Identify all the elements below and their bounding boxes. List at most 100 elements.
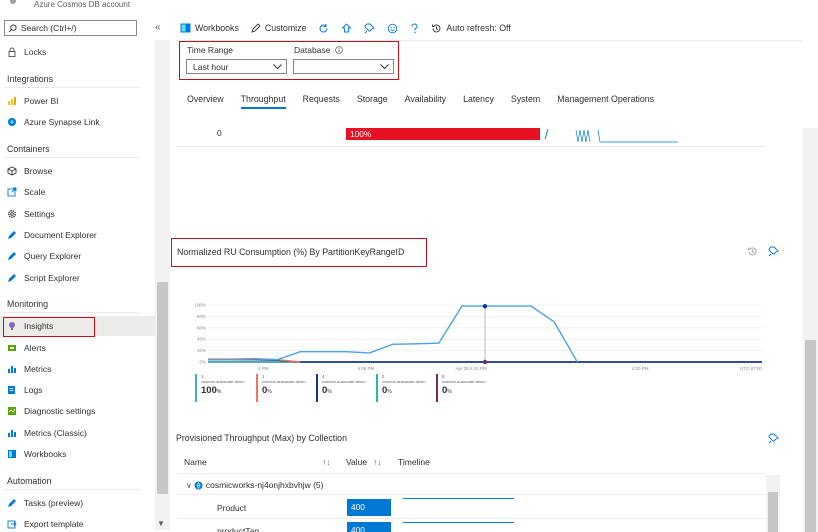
legend-unit: % [216, 389, 222, 395]
content-scroll-thumb[interactable] [805, 340, 816, 532]
sidebar-item-locks[interactable]: Locks [0, 42, 155, 62]
tab-management-operations[interactable]: Management Operations [557, 94, 654, 109]
sidebar-item-query-explorer[interactable]: Query Explorer [0, 246, 155, 266]
legend-series-name: cosmos-autoscale-demo [201, 379, 245, 384]
sidebar-item-diagnostic-settings[interactable]: Diagnostic settings [0, 401, 155, 421]
search-placeholder: Search (Ctrl+/) [21, 23, 77, 33]
sidebar-item-document-explorer[interactable]: Document Explorer [0, 225, 155, 245]
pin-button[interactable] [364, 23, 376, 34]
tab-storage[interactable]: Storage [357, 94, 388, 109]
legend-value: 0% [262, 385, 272, 396]
data-point [482, 359, 488, 365]
sidebar-item-alerts[interactable]: Alerts [0, 338, 155, 358]
tab-system[interactable]: System [511, 94, 540, 109]
legend-item[interactable]: 2 cosmos-autoscale-demo 0% [376, 374, 426, 402]
gear-icon [8, 210, 16, 218]
workbooks-icon [8, 450, 16, 458]
table-row-group[interactable]: ∨ cosmicworks-nj4onjhxbvhjw (5) [178, 475, 766, 495]
sidebar-item-metrics[interactable]: Metrics [0, 359, 155, 379]
y-tick-label: 60% [197, 325, 206, 330]
x-tick-label: 4:20 PM [632, 366, 649, 371]
sidebar-item-label: Alerts [24, 343, 46, 353]
sidebar-item-workbooks[interactable]: Workbooks [0, 444, 155, 464]
tab-overview[interactable]: Overview [187, 94, 224, 109]
legend-item[interactable]: 8 cosmos-autoscale-demo 0% [436, 374, 486, 402]
sort-icon[interactable]: ↑↓ [322, 457, 331, 467]
grid-divider [178, 518, 766, 519]
help-button[interactable] [410, 22, 419, 34]
feedback-button[interactable] [341, 22, 352, 34]
data-point [482, 303, 488, 309]
grid-title: Provisioned Throughput (Max) by Collecti… [176, 433, 347, 443]
section-monitoring: Monitoring [7, 299, 49, 309]
smile-button[interactable] [387, 23, 398, 34]
x-tick-label: Apr 28 4:10 PM [456, 366, 488, 371]
x-tick-label: UTC-07:00 [740, 366, 763, 371]
scale-icon [7, 187, 17, 197]
sidebar-item-power-bi[interactable]: Power BI [0, 91, 155, 111]
sidebar: Azure Cosmos DB account Search (Ctrl+/) … [0, 0, 170, 532]
sidebar-item-label: Metrics [24, 364, 52, 374]
tasks-icon [8, 499, 16, 507]
search-icon [8, 23, 17, 32]
legend-item[interactable]: 1 cosmos-autoscale-demo 0% [256, 374, 306, 402]
tab-latency[interactable]: Latency [463, 94, 494, 109]
feedback-icon [341, 22, 352, 32]
metrics-icon [8, 366, 16, 373]
workbooks-label: Workbooks [195, 23, 239, 33]
sidebar-item-synapse[interactable]: Azure Synapse Link [0, 112, 155, 132]
y-tick-label: 0% [199, 360, 206, 365]
search-input[interactable]: Search (Ctrl+/) [4, 20, 137, 36]
divider [4, 489, 140, 490]
metrics-icon [8, 430, 16, 437]
scroll-down-icon[interactable]: ▼ [157, 519, 165, 528]
grid-scroll-thumb[interactable] [768, 492, 778, 532]
sidebar-item-scale[interactable]: Scale [0, 182, 155, 202]
sort-icon[interactable]: ↑↓ [373, 457, 382, 467]
percent-bar: 100% [346, 128, 540, 140]
sidebar-item-tasks[interactable]: Tasks (preview) [0, 493, 155, 513]
auto-refresh-button[interactable]: Auto refresh: Off [431, 23, 511, 34]
legend-value: 0% [322, 385, 332, 396]
resource-subtitle: Azure Cosmos DB account [34, 0, 131, 9]
legend-series-name: cosmos-autoscale-demo [442, 379, 486, 384]
sidebar-item-logs[interactable]: Logs [0, 380, 155, 400]
collapse-icon[interactable]: « [155, 22, 161, 33]
pin-icon[interactable] [768, 246, 779, 257]
sidebar-item-settings[interactable]: Settings [0, 204, 155, 224]
column-header-timeline[interactable]: Timeline [398, 457, 430, 467]
legend-item[interactable]: 4 cosmos-autoscale-demo 0% [316, 374, 366, 402]
sidebar-item-browse[interactable]: Browse [0, 161, 155, 181]
sidebar-item-script-explorer[interactable]: Script Explorer [0, 268, 155, 288]
legend-item[interactable]: 1 cosmos-autoscale-demo 100% [195, 374, 245, 402]
refresh-icon [319, 23, 328, 33]
chevron-down-icon[interactable]: ∨ [186, 481, 192, 490]
cosmos-db-icon [10, 0, 16, 4]
logs-icon [8, 386, 15, 394]
highlight-box-insights [3, 317, 95, 337]
refresh-button[interactable] [318, 23, 329, 34]
row-value-cell: 400 [347, 499, 391, 516]
history-icon [432, 24, 441, 32]
sidebar-item-metrics-classic[interactable]: Metrics (Classic) [0, 423, 155, 443]
sidebar-item-label: Document Explorer [24, 230, 97, 240]
sidebar-item-export-template[interactable]: Export template [0, 514, 155, 532]
pin-icon[interactable] [768, 433, 779, 444]
section-automation: Automation [7, 476, 52, 486]
sidebar-item-label: Script Explorer [24, 273, 80, 283]
legend-series-name: cosmos-autoscale-demo [262, 379, 306, 384]
column-header-value[interactable]: Value [346, 457, 367, 467]
row-value-cell: 400 [347, 522, 391, 532]
history-icon[interactable] [747, 246, 758, 257]
tab-availability[interactable]: Availability [405, 94, 446, 109]
customize-button[interactable]: Customize [251, 23, 306, 33]
tab-requests[interactable]: Requests [303, 94, 340, 109]
tab-throughput[interactable]: Throughput [240, 94, 286, 109]
sidebar-scroll-thumb[interactable] [157, 282, 168, 494]
sidebar-item-label: Metrics (Classic) [24, 428, 87, 438]
table-row[interactable]: Product [178, 498, 766, 518]
column-header-name[interactable]: Name [184, 457, 207, 467]
row-value: 0 [217, 128, 222, 138]
ru-consumption-chart: 100% 80% 60% 40% 20% 0% 4 PM 4:05 PM Apr 28 4:10… [194, 303, 763, 372]
workbooks-button[interactable]: Workbooks [180, 23, 239, 33]
